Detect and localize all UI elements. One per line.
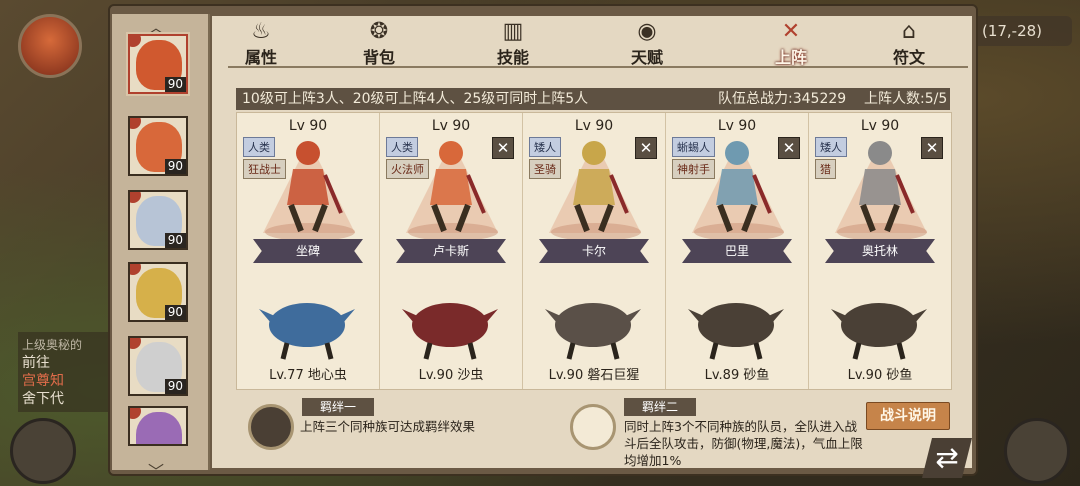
bond-one-icon[interactable] xyxy=(248,404,294,450)
tab-label: 上阵 xyxy=(774,48,807,67)
pet-figure xyxy=(545,303,641,360)
slot-level: Lv 90 xyxy=(717,118,757,134)
team-power: 队伍总战力:345229 xyxy=(718,91,847,107)
bond-section: 羁绊一 上阵三个同种族可达成羁绊效果 羁绊二 同时上阵3个不同种族的队员，全队进… xyxy=(236,396,950,468)
hero-tile[interactable] xyxy=(128,406,188,446)
tab-label: 背包 xyxy=(362,48,395,67)
slot-level: Lv 90 xyxy=(431,118,471,134)
remove-hero-icon[interactable]: ✕ xyxy=(492,137,514,159)
tab-1[interactable]: ♨ 属性 xyxy=(226,19,296,68)
hero-tile[interactable]: 90 xyxy=(128,116,188,176)
lineup-slot[interactable]: Lv 90 人类 狂战士 坐碑 Lv.77 地心虫 xyxy=(237,113,380,389)
book-icon: ▥ xyxy=(502,19,524,44)
tab-label: 符文 xyxy=(892,48,925,67)
player-avatar[interactable] xyxy=(18,14,82,78)
quest-line: 前往 xyxy=(22,355,50,371)
hero-name-banner: 卢卡斯 xyxy=(396,239,506,263)
hero-name-banner: 坐碑 xyxy=(253,239,363,263)
roster-rule: 10级可上阵3人、20级可上阵4人、25级可同时上阵5人 xyxy=(242,91,589,107)
slot-level: Lv 90 xyxy=(288,118,328,134)
tab-label: 天赋 xyxy=(630,48,663,67)
quest-line: 上级奥秘的 xyxy=(22,338,83,352)
race-tag: 矮人 xyxy=(529,137,561,157)
class-tag: 猎 xyxy=(815,159,836,179)
hero-tile[interactable]: 90 xyxy=(128,262,188,322)
hero-level: 90 xyxy=(164,77,186,92)
race-tag: 人类 xyxy=(243,137,275,157)
hero-tile[interactable]: 90 xyxy=(128,34,188,94)
slot-level: Lv 90 xyxy=(574,118,614,134)
role-badge-icon xyxy=(130,118,142,130)
quest-line: 宫尊知 xyxy=(22,373,64,389)
hero-portrait xyxy=(136,412,182,444)
remove-hero-icon[interactable]: ✕ xyxy=(778,137,800,159)
pet-figure xyxy=(259,303,355,360)
tab-label: 技能 xyxy=(496,48,529,67)
bond-two-text: 同时上阵3个不同种族的队员，全队进入战斗后全队攻击，防御(物理,魔法)，气血上限… xyxy=(624,419,863,468)
flame-icon: ♨ xyxy=(251,19,271,44)
slot-level: Lv 90 xyxy=(860,118,900,134)
tab-divider xyxy=(228,66,968,68)
hero-name-banner: 卡尔 xyxy=(539,239,649,263)
hero-figure xyxy=(573,141,629,233)
lineup-slot[interactable]: Lv 90 矮人猎奥托林 Lv.90 砂鱼 ✕ xyxy=(809,113,951,389)
hero-level: 90 xyxy=(164,233,186,248)
hero-level: 90 xyxy=(164,159,186,174)
tab-5[interactable]: ✕ 上阵 xyxy=(756,19,826,68)
hero-tile[interactable]: 90 xyxy=(128,190,188,250)
action-button[interactable] xyxy=(1004,418,1070,484)
role-badge-icon xyxy=(130,338,142,350)
race-tag: 人类 xyxy=(386,137,418,157)
crossed-swords-icon: ✕ xyxy=(781,19,801,44)
hero-figure xyxy=(430,141,486,233)
race-tag: 矮人 xyxy=(815,137,847,157)
pet-name: Lv.89 砂鱼 xyxy=(704,368,770,383)
bond-two-title: 羁绊二 xyxy=(624,398,696,416)
hero-level: 90 xyxy=(164,379,186,394)
lineup-slot[interactable]: Lv 90 人类 火法师 卢卡斯 Lv.90 沙虫 ✕ xyxy=(380,113,523,389)
eye-icon: ◉ xyxy=(637,19,657,44)
tab-3[interactable]: ▥ 技能 xyxy=(478,19,548,68)
quest-line: 舍下代 xyxy=(22,391,64,407)
class-tag: 圣骑 xyxy=(529,159,561,179)
roster-info-bar: 10级可上阵3人、20级可上阵4人、25级可同时上阵5人 队伍总战力:34522… xyxy=(236,88,950,110)
bond-one-title: 羁绊一 xyxy=(302,398,374,416)
tab-4[interactable]: ◉ 天赋 xyxy=(612,19,682,68)
hero-name-banner: 奥托林 xyxy=(825,239,935,263)
hero-figure xyxy=(287,141,343,233)
pet-figure xyxy=(831,303,927,360)
lineup-slot[interactable]: Lv 90 矮人 圣骑卡尔 Lv.90 磐石巨猩 ✕ xyxy=(523,113,666,389)
bond-one-text: 上阵三个同种族可达成羁绊效果 xyxy=(300,419,476,434)
tab-2[interactable]: ❂ 背包 xyxy=(344,19,414,68)
remove-hero-icon[interactable]: ✕ xyxy=(635,137,657,159)
role-badge-icon xyxy=(130,408,142,420)
tab-6[interactable]: ⌂ 符文 xyxy=(874,19,944,68)
rune-icon: ⌂ xyxy=(902,19,916,44)
role-badge-icon xyxy=(130,36,142,48)
pet-figure xyxy=(688,303,784,360)
lineup-slot[interactable]: Lv 90 蜥蜴人 神射手 巴里 Lv.89 砂鱼 ✕ xyxy=(666,113,809,389)
role-badge-icon xyxy=(130,264,142,276)
hero-name-banner: 巴里 xyxy=(682,239,792,263)
tab-label: 属性 xyxy=(244,48,277,67)
bond-two-icon[interactable] xyxy=(570,404,616,450)
pet-name: Lv.90 沙虫 xyxy=(418,368,484,383)
bag-icon: ❂ xyxy=(369,19,389,44)
hero-figure xyxy=(716,141,772,233)
pet-figure xyxy=(402,303,498,360)
hero-figure xyxy=(859,141,915,233)
remove-hero-icon[interactable]: ✕ xyxy=(921,137,943,159)
hero-level: 90 xyxy=(164,305,186,320)
pet-name: Lv.77 地心虫 xyxy=(269,368,347,383)
pet-name: Lv.90 磐石巨猩 xyxy=(548,368,640,383)
role-badge-icon xyxy=(130,192,142,204)
roster-count: 上阵人数:5/5 xyxy=(864,91,948,107)
lineup-slots: Lv 90 人类 狂战士 坐碑 Lv.77 地心虫 Lv 90 人类 火法师 卢卡斯 Lv.90 … xyxy=(236,112,952,390)
battle-info-button[interactable]: 战斗说明 xyxy=(866,402,950,430)
joystick-button[interactable] xyxy=(10,418,76,484)
quest-tracker[interactable]: 上级奥秘的 前往 宫尊知 舍下代 xyxy=(18,332,118,412)
pet-name: Lv.90 砂鱼 xyxy=(847,368,913,383)
chevron-down-icon[interactable]: ﹀ xyxy=(148,458,164,482)
hero-tile[interactable]: 90 xyxy=(128,336,188,396)
